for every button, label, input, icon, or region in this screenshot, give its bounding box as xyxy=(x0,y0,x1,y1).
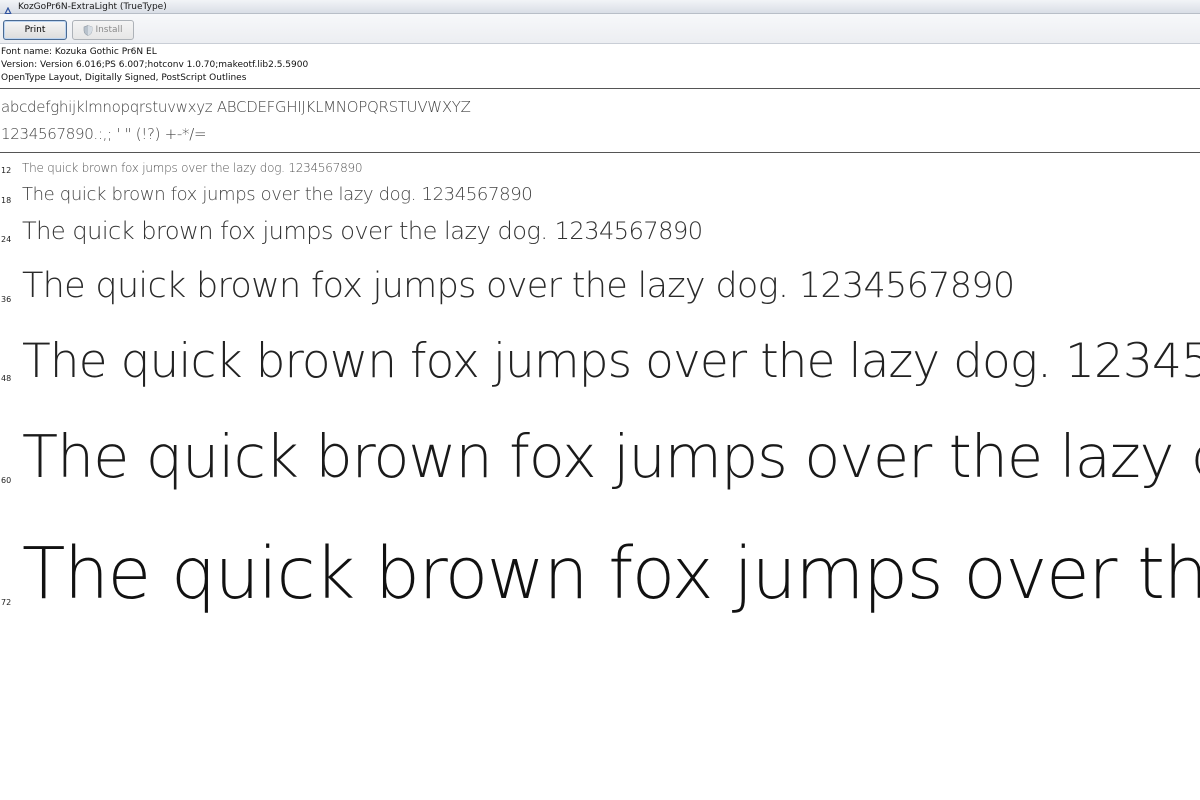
sample-row-72: 72 The quick brown fox jumps over the la… xyxy=(0,530,1200,630)
font-version-text: Version: Version 6.016;PS 6.007;hotconv … xyxy=(1,60,309,70)
sample-size-label: 36 xyxy=(1,295,12,304)
sample-size-label: 72 xyxy=(1,598,12,607)
font-info-section: Font name: Kozuka Gothic Pr6N EL Version… xyxy=(0,44,1200,89)
sample-text: The quick brown fox jumps over the lazy … xyxy=(22,184,533,205)
print-button-label: Print xyxy=(24,25,46,35)
font-viewer-window: KozGoPr6N-ExtraLight (TrueType) Print In… xyxy=(0,0,1200,800)
character-set-section: abcdefghijklmnopqrstuvwxyz ABCDEFGHIJKLM… xyxy=(0,89,1200,153)
toolbar: Print Install xyxy=(0,14,1200,44)
sample-text: The quick brown fox jumps over the lazy … xyxy=(22,532,1200,615)
shield-icon xyxy=(83,24,93,36)
title-bar[interactable]: KozGoPr6N-ExtraLight (TrueType) xyxy=(0,0,1200,17)
sample-row-60: 60 The quick brown fox jumps over the la… xyxy=(0,418,1200,500)
sample-row-18: 18 The quick brown fox jumps over the la… xyxy=(0,183,1200,209)
sample-size-label: 60 xyxy=(1,476,12,485)
sample-row-48: 48 The quick brown fox jumps over the la… xyxy=(0,330,1200,396)
sample-row-36: 36 The quick brown fox jumps over the la… xyxy=(0,262,1200,312)
font-name-text: Font name: Kozuka Gothic Pr6N EL xyxy=(1,47,157,57)
charset-digits-symbols: 1234567890.:,; ' " (!?) +-*/= xyxy=(1,125,207,143)
print-button[interactable]: Print xyxy=(3,20,67,40)
sample-text: The quick brown fox jumps over the lazy … xyxy=(22,161,363,175)
charset-letters: abcdefghijklmnopqrstuvwxyz ABCDEFGHIJKLM… xyxy=(1,98,471,116)
font-features-text: OpenType Layout, Digitally Signed, PostS… xyxy=(1,73,247,83)
sample-text: The quick brown fox jumps over the lazy … xyxy=(22,422,1200,491)
sample-row-12: 12 The quick brown fox jumps over the la… xyxy=(0,160,1200,178)
install-button[interactable]: Install xyxy=(72,20,134,40)
sample-size-label: 18 xyxy=(1,196,12,205)
window-title: KozGoPr6N-ExtraLight (TrueType) xyxy=(18,1,167,12)
sample-size-label: 48 xyxy=(1,374,12,383)
install-button-label: Install xyxy=(95,25,123,35)
sample-text: The quick brown fox jumps over the lazy … xyxy=(22,334,1200,389)
sample-text: The quick brown fox jumps over the lazy … xyxy=(22,217,703,245)
font-viewer-app-icon xyxy=(3,2,13,17)
sample-row-24: 24 The quick brown fox jumps over the la… xyxy=(0,215,1200,249)
sample-size-label: 24 xyxy=(1,235,12,244)
sample-size-label: 12 xyxy=(1,166,12,175)
sample-text: The quick brown fox jumps over the lazy … xyxy=(22,266,1015,306)
